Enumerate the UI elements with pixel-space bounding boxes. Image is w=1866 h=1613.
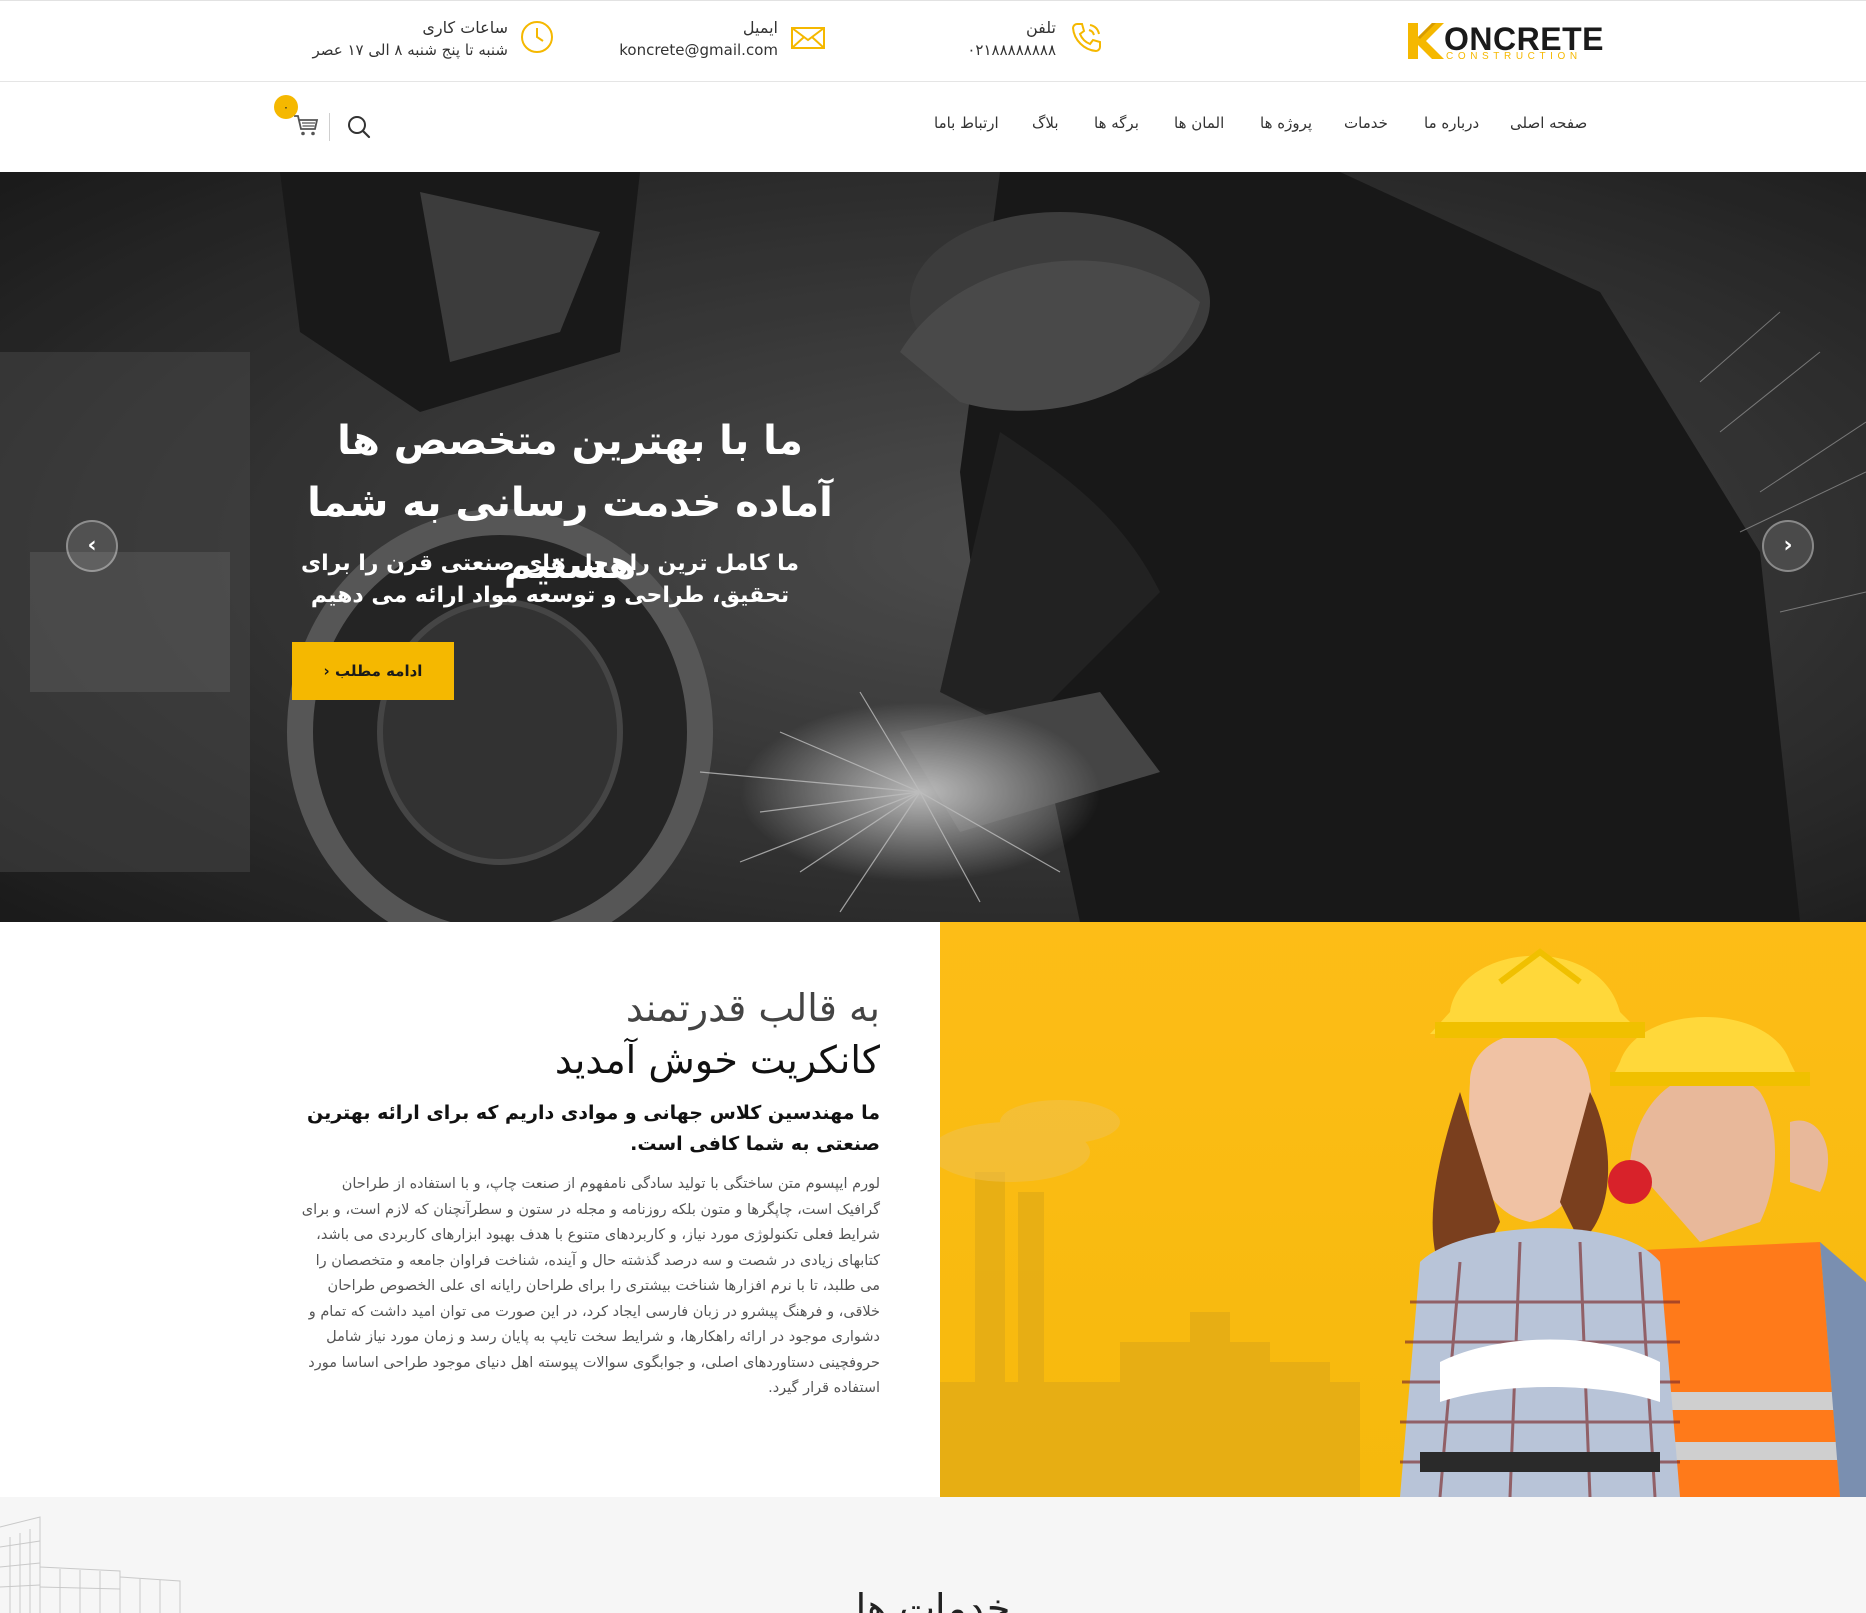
hours-value: شنبه تا پنج شنبه ۸ الی ۱۷ عصر	[312, 41, 508, 59]
welcome-title-line-1: به قالب قدرتمند	[625, 986, 880, 1030]
read-more-button[interactable]: ادامه مطلب ‹	[292, 642, 454, 700]
hero-subtitle: ما کامل ترین راه حل های صنعتی قرن را برا…	[300, 548, 800, 612]
slider-prev-button[interactable]: ‹	[66, 520, 118, 572]
nav-item-projects[interactable]: پروژه ها	[1260, 114, 1312, 132]
hero-title-line-1: ما با بهترین متخصص ها	[337, 418, 803, 464]
nav-item-services[interactable]: خدمات	[1344, 114, 1388, 132]
nav-item-contact[interactable]: ارتباط باما	[934, 114, 999, 132]
building-sketch-decoration	[0, 1516, 181, 1613]
hours-label: ساعات کاری	[422, 18, 508, 37]
email-label: ایمیل	[742, 18, 778, 37]
email-value[interactable]: koncrete@gmail.com	[600, 39, 778, 61]
nav-item-pages[interactable]: برگه ها	[1094, 114, 1139, 132]
phone-icon	[1071, 23, 1101, 53]
logo-k-mark	[1408, 23, 1444, 59]
email-info: ایمیل koncrete@gmail.com	[600, 17, 778, 67]
search-icon[interactable]	[346, 114, 372, 140]
welcome-body: لورم ایپسوم متن ساختگی با تولید سادگی نا…	[301, 1176, 880, 1396]
cart-count-badge: ۰	[274, 95, 298, 119]
welcome-section: به قالب قدرتمند کانکریت خوش آمدید ما مهن…	[0, 922, 1866, 1497]
logo-tagline: CONSTRUCTION	[1446, 51, 1582, 62]
workers-illustration	[940, 922, 1866, 1497]
workers-image	[940, 922, 1866, 1497]
nav-item-elements[interactable]: المان ها	[1174, 114, 1224, 132]
phone-info: تلفن ۰۲۱۸۸۸۸۸۸۸۸	[900, 17, 1056, 67]
top-info-bar: ONCRETE CONSTRUCTION تلفن ۰۲۱۸۸۸۸۸۸۸۸ ای…	[0, 0, 1866, 82]
welcome-title: به قالب قدرتمند کانکریت خوش آمدید	[440, 982, 880, 1086]
hero-slider: ما با بهترین متخصص ها آماده خدمت رسانی ب…	[0, 172, 1866, 922]
phone-value[interactable]: ۰۲۱۸۸۸۸۸۸۸۸	[900, 39, 1056, 61]
nav-item-about[interactable]: درباره ما	[1424, 114, 1479, 132]
nav-item-home[interactable]: صفحه اصلی	[1510, 114, 1587, 132]
hero-subtitle-line-2: تحقیق، طراحی و توسعه مواد ارائه می دهیم	[310, 583, 790, 608]
nav-divider	[329, 113, 330, 141]
clock-icon	[521, 21, 553, 53]
nav-item-blog[interactable]: بلاگ	[1032, 114, 1059, 132]
welcome-lead: ما مهندسین کلاس جهانی و موادی داریم که ب…	[307, 1102, 880, 1155]
services-section: خدمات ها	[0, 1497, 1866, 1613]
services-title: خدمات ها	[855, 1586, 1011, 1613]
hero-subtitle-line-1: ما کامل ترین راه حل های صنعتی قرن را برا…	[300, 551, 800, 576]
chevron-left-icon: ‹	[87, 533, 97, 558]
hours-info: ساعات کاری شنبه تا پنج شنبه ۸ الی ۱۷ عصر	[280, 17, 508, 67]
brand-logo[interactable]: ONCRETE CONSTRUCTION	[1406, 21, 1603, 65]
slider-next-button[interactable]: ›	[1762, 520, 1814, 572]
phone-label: تلفن	[1025, 18, 1056, 37]
chevron-right-icon: ›	[1783, 533, 1793, 558]
envelope-icon	[791, 27, 825, 49]
cart-icon[interactable]	[292, 112, 320, 138]
welcome-title-line-2: کانکریت خوش آمدید	[554, 1038, 880, 1082]
